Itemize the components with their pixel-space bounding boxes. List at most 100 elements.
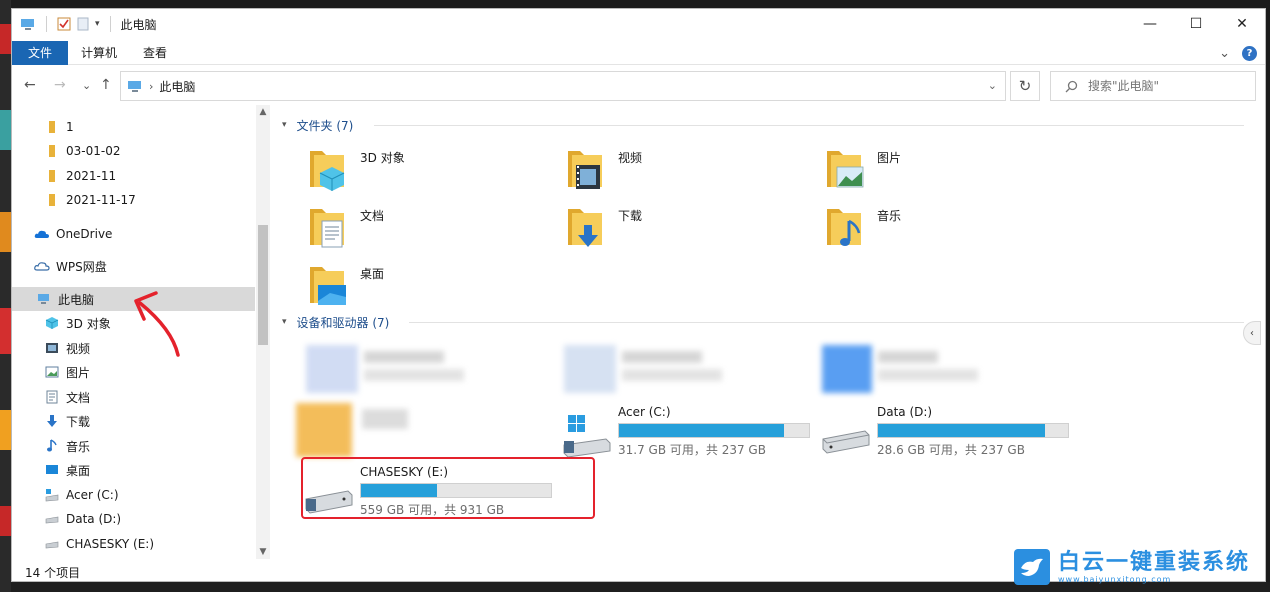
bird-logo-icon <box>1014 549 1050 585</box>
sidebar-item-desktop[interactable]: 桌面 <box>12 458 255 482</box>
sidebar-item-drive-c[interactable]: Acer (C:) <box>12 483 255 507</box>
title-bar: ▾ 此电脑 — ☐ ✕ <box>12 9 1265 39</box>
sidebar-item-wps-cloud[interactable]: WPS网盘 <box>12 254 255 278</box>
folder-label: 音乐 <box>877 209 902 223</box>
annotation-arrow <box>134 291 180 357</box>
group-header-label: 设备和驱动器 (7) <box>296 315 390 330</box>
window-title: 此电脑 <box>120 17 157 32</box>
folder-icon <box>44 192 60 208</box>
up-button[interactable]: ↑ <box>100 77 112 93</box>
breadcrumb[interactable]: 此电脑 <box>159 78 195 95</box>
watermark-url: www.baiyunxitong.com <box>1058 574 1172 584</box>
address-bar[interactable]: › 此电脑 ⌄ <box>120 71 1006 101</box>
maximize-button[interactable]: ☐ <box>1173 9 1219 39</box>
video-icon <box>44 340 60 356</box>
3d-objects-folder-icon <box>310 151 345 191</box>
sidebar-item-folder-2021-11-17[interactable]: 2021-11-17 <box>12 188 255 212</box>
help-icon[interactable]: ? <box>1242 45 1257 61</box>
back-button[interactable]: ← <box>24 77 36 93</box>
folder-videos[interactable]: 视频 <box>562 145 802 197</box>
drive-size-text: 28.6 GB 可用，共 237 GB <box>877 443 1025 457</box>
scroll-down-icon[interactable]: ▼ <box>256 545 270 559</box>
folder-label: 图片 <box>877 151 902 165</box>
sidebar-item-documents[interactable]: 文档 <box>12 385 255 409</box>
scroll-up-icon[interactable]: ▲ <box>256 105 270 119</box>
sidebar-item-downloads[interactable]: 下载 <box>12 409 255 433</box>
desktop-icon <box>44 462 60 478</box>
drive-usage-bar <box>877 423 1069 438</box>
scrollbar-thumb[interactable] <box>258 225 268 345</box>
recent-locations-button[interactable]: ⌄ <box>82 79 91 92</box>
expand-ribbon-icon[interactable]: ⌄ <box>1219 46 1230 61</box>
customize-toolbar-icon[interactable]: ▾ <box>95 19 100 29</box>
drive-label: Data (D:) <box>877 405 933 419</box>
forward-button[interactable]: → <box>54 77 66 93</box>
folder-documents[interactable]: 文档 <box>304 203 544 255</box>
redacted-device <box>306 345 466 393</box>
minimize-button[interactable]: — <box>1127 9 1173 39</box>
sidebar-item-label: 图片 <box>66 365 91 380</box>
desktop-icon-tile <box>0 506 11 536</box>
window-controls: — ☐ ✕ <box>1127 9 1265 39</box>
folder-music[interactable]: 音乐 <box>821 203 1061 255</box>
desktop-icon-tile <box>0 308 11 354</box>
folder-downloads[interactable]: 下载 <box>562 203 802 255</box>
sidebar-item-label: Data (D:) <box>66 512 122 526</box>
watermark-title: 白云一键重装系统 <box>1058 549 1251 575</box>
collapse-pane-chevron-icon[interactable]: ‹ <box>1243 321 1261 345</box>
sidebar-item-folder-2021-11[interactable]: 2021-11 <box>12 164 255 188</box>
sidebar-scrollbar[interactable]: ▲ ▼ <box>256 105 270 559</box>
hard-drive-icon <box>822 430 870 454</box>
folder-3d-objects[interactable]: 3D 对象 <box>304 145 544 197</box>
search-input[interactable] <box>1088 79 1238 93</box>
drive-usage-bar <box>618 423 810 438</box>
chevron-right-icon[interactable]: › <box>149 80 153 93</box>
sidebar-item-music[interactable]: 音乐 <box>12 434 255 458</box>
refresh-button[interactable]: ↻ <box>1010 71 1040 101</box>
sidebar-item-drive-e[interactable]: CHASESKY (E:) <box>12 532 255 556</box>
group-header-folders[interactable]: ▾ 文件夹 (7) <box>282 115 353 135</box>
ribbon-tabs: 文件 计算机 查看 ⌄ ? <box>12 40 1265 65</box>
watermark-text: 白云一键重装系统 www.baiyunxitong.com <box>1058 549 1251 584</box>
pictures-folder-icon <box>827 151 864 188</box>
folder-icon <box>44 143 60 159</box>
desktop-folder-icon <box>310 267 346 305</box>
sidebar-item-label: 2021-11 <box>66 169 117 183</box>
sidebar-item-label: 视频 <box>66 341 91 356</box>
close-button[interactable]: ✕ <box>1219 9 1265 39</box>
address-history-dropdown[interactable]: ⌄ <box>988 79 997 92</box>
drive-label: Acer (C:) <box>618 405 671 419</box>
group-header-drives[interactable]: ▾ 设备和驱动器 (7) <box>282 312 389 332</box>
sidebar-item-label: 3D 对象 <box>66 316 111 331</box>
pictures-icon <box>44 364 60 380</box>
drive-d[interactable]: Data (D:) 28.6 GB 可用，共 237 GB <box>821 405 1101 463</box>
desktop-icon-tile <box>0 410 11 450</box>
folder-pictures[interactable]: 图片 <box>821 145 1061 197</box>
download-icon <box>44 413 60 429</box>
desktop-icon-tile <box>0 212 11 252</box>
sidebar-item-pictures[interactable]: 图片 <box>12 360 255 384</box>
collapse-chevron-icon[interactable]: ▾ <box>282 317 287 327</box>
sidebar-item-label: 03-01-02 <box>66 144 121 158</box>
navigation-bar: ← → ⌄ ↑ › 此电脑 ⌄ ↻ <box>12 71 1265 103</box>
folder-desktop[interactable]: 桌面 <box>304 261 544 313</box>
tab-view[interactable]: 查看 <box>130 41 180 65</box>
desktop-icon-tile <box>0 24 11 54</box>
drive-c[interactable]: Acer (C:) 31.7 GB 可用，共 237 GB <box>562 405 842 463</box>
tab-file[interactable]: 文件 <box>12 40 68 65</box>
new-folder-icon[interactable] <box>77 17 89 31</box>
folder-label: 3D 对象 <box>360 151 405 165</box>
tab-computer[interactable]: 计算机 <box>68 41 130 65</box>
sidebar-item-folder-03-01-02[interactable]: 03-01-02 <box>12 139 255 163</box>
sidebar-item-drive-d[interactable]: Data (D:) <box>12 507 255 531</box>
search-box[interactable] <box>1050 71 1256 101</box>
this-pc-icon <box>36 291 52 307</box>
sidebar-item-label: OneDrive <box>56 227 113 241</box>
folder-label: 下载 <box>618 209 643 223</box>
collapse-chevron-icon[interactable]: ▾ <box>282 120 287 130</box>
sidebar-item-onedrive[interactable]: OneDrive <box>12 222 255 246</box>
properties-icon[interactable] <box>57 17 71 31</box>
sidebar-item-folder-1[interactable]: 1 <box>12 115 255 139</box>
sidebar-item-label: 文档 <box>66 390 91 405</box>
music-icon <box>44 438 60 454</box>
